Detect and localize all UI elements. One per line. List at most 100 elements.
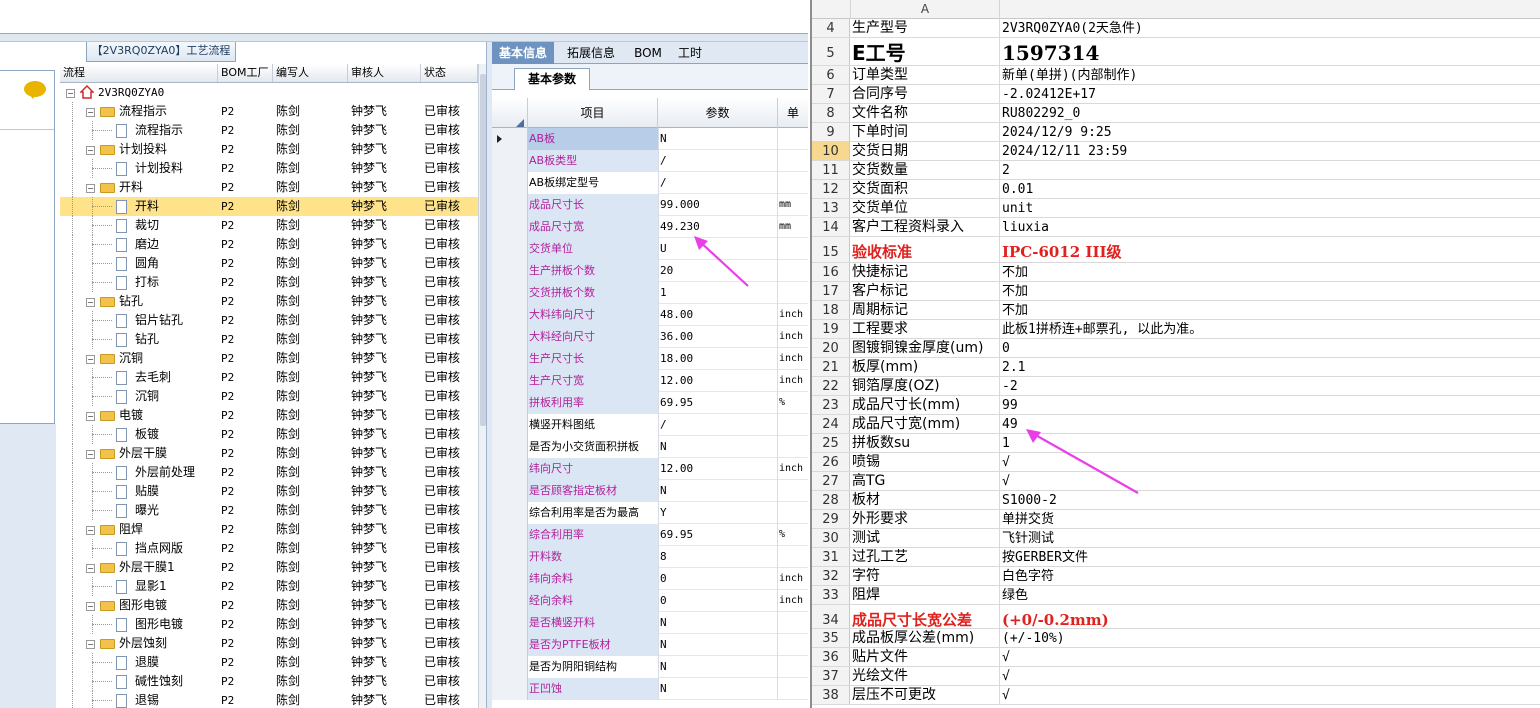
sheet-row[interactable]: 6 订单类型 新单(单拼)(内部制作)	[812, 66, 1540, 85]
row-indicator[interactable]	[492, 150, 528, 172]
col-header-item[interactable]: 项目	[528, 98, 658, 128]
tree-node[interactable]: − 开料	[60, 178, 218, 197]
row-number[interactable]: 27	[812, 472, 850, 490]
tab-bom[interactable]: BOM	[630, 42, 666, 64]
chat-bubble-icon[interactable]	[24, 81, 46, 99]
cell-field-value[interactable]: 绿色	[1000, 586, 1540, 604]
collapse-toggle-icon[interactable]: −	[86, 640, 95, 649]
parameter-value[interactable]: 69.95	[658, 392, 778, 414]
cell-field-name[interactable]: 下单时间	[850, 123, 1000, 141]
cell-field-value[interactable]: 1	[1000, 434, 1540, 452]
tree-row[interactable]: − 2V3RQ0ZYA0	[60, 83, 478, 102]
tree-node[interactable]: 裁切	[60, 216, 218, 235]
tree-node[interactable]: 开料	[60, 197, 218, 216]
row-number[interactable]: 17	[812, 282, 850, 300]
tree-row[interactable]: 去毛刺 P2 陈剑 钟梦飞 已审核	[60, 368, 478, 387]
row-number[interactable]: 29	[812, 510, 850, 528]
tree-row[interactable]: − 电镀 P2 陈剑 钟梦飞 已审核	[60, 406, 478, 425]
parameter-row[interactable]: 拼板利用率 69.95%	[492, 392, 808, 414]
cell-field-name[interactable]: 喷锡	[850, 453, 1000, 471]
sheet-row[interactable]: 38 层压不可更改 √	[812, 686, 1540, 705]
cell-field-name[interactable]: 交货单位	[850, 199, 1000, 217]
tree-row[interactable]: 沉铜 P2 陈剑 钟梦飞 已审核	[60, 387, 478, 406]
cell-field-name[interactable]: 层压不可更改	[850, 686, 1000, 704]
tree-row[interactable]: 曝光 P2 陈剑 钟梦飞 已审核	[60, 501, 478, 520]
parameter-row[interactable]: 是否为PTFE板材 N	[492, 634, 808, 656]
row-indicator[interactable]	[492, 194, 528, 216]
parameter-row[interactable]: 纬向余料 0 inch	[492, 568, 808, 590]
parameter-value[interactable]: 20	[658, 260, 778, 282]
parameter-value[interactable]: N	[658, 634, 778, 656]
tree-node[interactable]: 贴膜	[60, 482, 218, 501]
row-indicator[interactable]	[492, 128, 528, 150]
tree-node[interactable]: 挡点网版	[60, 539, 218, 558]
cell-field-value[interactable]: 不加	[1000, 263, 1540, 281]
sheet-row[interactable]: 13 交货单位 unit	[812, 199, 1540, 218]
tree-node[interactable]: 板镀	[60, 425, 218, 444]
parameter-value[interactable]: 8	[658, 546, 778, 568]
tree-row[interactable]: 挡点网版 P2 陈剑 钟梦飞 已审核	[60, 539, 478, 558]
tree-node[interactable]: 磨边	[60, 235, 218, 254]
tree-row[interactable]: 打标 P2 陈剑 钟梦飞 已审核	[60, 273, 478, 292]
cell-field-name[interactable]: 客户标记	[850, 282, 1000, 300]
sheet-row[interactable]: 11 交货数量 2	[812, 161, 1540, 180]
sheet-row[interactable]: 31 过孔工艺 按GERBER文件	[812, 548, 1540, 567]
row-indicator[interactable]	[492, 678, 528, 700]
col-header-reviewer[interactable]: 审核人	[348, 64, 421, 82]
cell-field-value[interactable]: √	[1000, 472, 1540, 490]
parameter-row[interactable]: 综合利用率 69.95%	[492, 524, 808, 546]
sheet-row[interactable]: 22 铜箔厚度(OZ) -2	[812, 377, 1540, 396]
tree-row[interactable]: 铝片钻孔 P2 陈剑 钟梦飞 已审核	[60, 311, 478, 330]
sheet-row[interactable]: 8 文件名称 RU802292_0	[812, 104, 1540, 123]
parameter-value[interactable]: 36.00	[658, 326, 778, 348]
cell-field-name[interactable]: 文件名称	[850, 104, 1000, 122]
row-indicator[interactable]	[492, 656, 528, 678]
cell-field-value[interactable]: -2	[1000, 377, 1540, 395]
cell-field-name[interactable]: 验收标准	[850, 237, 1000, 262]
tree-row[interactable]: 外层前处理 P2 陈剑 钟梦飞 已审核	[60, 463, 478, 482]
tree-row[interactable]: 退锡 P2 陈剑 钟梦飞 已审核	[60, 691, 478, 708]
cell-field-value[interactable]: liuxia	[1000, 218, 1540, 236]
row-number[interactable]: 16	[812, 263, 850, 281]
tree-node[interactable]: 圆角	[60, 254, 218, 273]
cell-field-name[interactable]: 阻焊	[850, 586, 1000, 604]
parameter-value[interactable]: N	[658, 678, 778, 700]
row-number[interactable]: 19	[812, 320, 850, 338]
tree-node[interactable]: − 2V3RQ0ZYA0	[60, 83, 218, 102]
cell-field-name[interactable]: 交货日期	[850, 142, 1000, 160]
row-indicator[interactable]	[492, 524, 528, 546]
cell-field-name[interactable]: 成品尺寸宽(mm)	[850, 415, 1000, 433]
cell-field-value[interactable]: 2024/12/11 23:59	[1000, 142, 1540, 160]
parameter-row[interactable]: 经向余料 0 inch	[492, 590, 808, 612]
parameter-value[interactable]: N	[658, 480, 778, 502]
collapse-toggle-icon[interactable]: −	[86, 564, 95, 573]
collapse-toggle-icon[interactable]: −	[86, 355, 95, 364]
tree-row[interactable]: 流程指示 P2 陈剑 钟梦飞 已审核	[60, 121, 478, 140]
cell-field-value[interactable]: √	[1000, 667, 1540, 685]
tree-row[interactable]: 计划投料 P2 陈剑 钟梦飞 已审核	[60, 159, 478, 178]
row-number[interactable]: 25	[812, 434, 850, 452]
cell-field-value[interactable]: 49	[1000, 415, 1540, 433]
parameter-value[interactable]: 18.00	[658, 348, 778, 370]
row-number[interactable]: 11	[812, 161, 850, 179]
row-number[interactable]: 5	[812, 38, 850, 65]
cell-field-value[interactable]: 2024/12/9 9:25	[1000, 123, 1540, 141]
tree-row[interactable]: 钻孔 P2 陈剑 钟梦飞 已审核	[60, 330, 478, 349]
parameter-row[interactable]: 开料数 8	[492, 546, 808, 568]
parameter-row[interactable]: 成品尺寸宽 49.230 mm	[492, 216, 808, 238]
tree-node[interactable]: 沉铜	[60, 387, 218, 406]
row-indicator[interactable]	[492, 590, 528, 612]
cell-field-value[interactable]: 飞针测试	[1000, 529, 1540, 547]
cell-field-name[interactable]: 测试	[850, 529, 1000, 547]
tree-node[interactable]: − 计划投料	[60, 140, 218, 159]
cell-field-value[interactable]: -2.02412E+17	[1000, 85, 1540, 103]
parameter-row[interactable]: 是否为阴阳铜结构 N	[492, 656, 808, 678]
cell-field-name[interactable]: 铜箔厚度(OZ)	[850, 377, 1000, 395]
row-number[interactable]: 32	[812, 567, 850, 585]
cell-field-name[interactable]: 拼板数su	[850, 434, 1000, 452]
row-indicator[interactable]	[492, 414, 528, 436]
sheet-row[interactable]: 33 阻焊 绿色	[812, 586, 1540, 605]
sheet-row[interactable]: 9 下单时间 2024/12/9 9:25	[812, 123, 1540, 142]
sheet-row[interactable]: 20 图镀铜镍金厚度(um) 0	[812, 339, 1540, 358]
tree-node[interactable]: 退锡	[60, 691, 218, 708]
